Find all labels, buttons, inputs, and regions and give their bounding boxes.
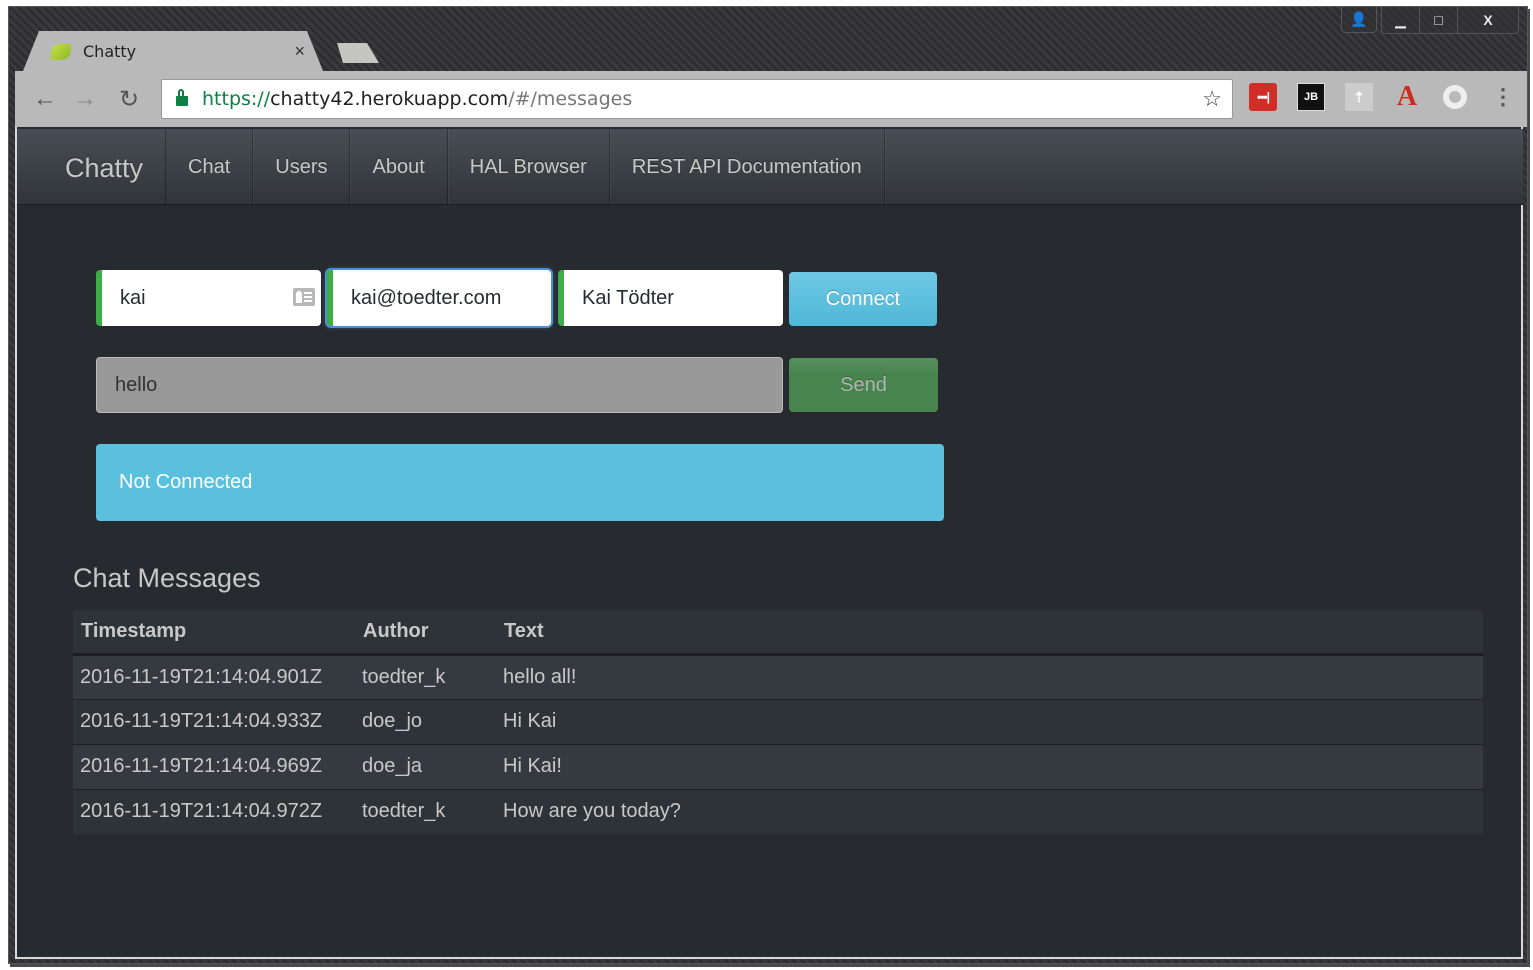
lock-icon (176, 89, 188, 106)
cell-timestamp: 2016-11-19T21:14:04.901Z (73, 653, 355, 699)
column-header-timestamp: Timestamp (73, 610, 355, 656)
window-controls: 👤 ▁ □ X (1341, 7, 1519, 34)
nav-item-chat[interactable]: Chat (166, 129, 254, 205)
messages-table: Timestamp Author Text 2016-11-19T21:14:0… (73, 610, 1483, 834)
leaf-favicon-icon (51, 43, 71, 60)
column-header-author: Author (355, 610, 496, 656)
navbar-brand[interactable]: Chatty (65, 153, 143, 184)
chat-messages-heading: Chat Messages (73, 563, 261, 593)
column-header-text: Text (496, 610, 1483, 656)
connect-button[interactable]: Connect (789, 272, 937, 326)
profile-icon[interactable]: 👤 (1341, 7, 1377, 33)
url-text: https://chatty42.herokuapp.com/#/message… (202, 88, 633, 110)
cell-timestamp: 2016-11-19T21:14:04.969Z (73, 743, 355, 789)
table-header-row: Timestamp Author Text (73, 610, 1483, 656)
window-close-icon[interactable]: X (1458, 7, 1518, 33)
nav-item-users[interactable]: Users (253, 129, 351, 205)
lastpass-extension-icon[interactable]: •••| (1249, 83, 1277, 111)
back-arrow-icon[interactable]: ← (33, 85, 57, 113)
circle-extension-icon[interactable] (1441, 83, 1469, 111)
message-value: hello (115, 373, 158, 396)
table-row: 2016-11-19T21:14:04.969Z doe_ja Hi Kai! (73, 743, 1483, 789)
tab-close-icon[interactable]: × (294, 41, 305, 62)
cell-author: toedter_k (355, 788, 496, 834)
browser-window: 👤 ▁ □ X Chatty × ← → ↻ https://chatty42.… (8, 6, 1528, 964)
browser-toolbar: ← → ↻ https://chatty42.herokuapp.com/#/m… (15, 71, 1527, 127)
username-value: kai (120, 286, 146, 309)
window-buttons: ▁ □ X (1381, 7, 1519, 34)
table-row: 2016-11-19T21:14:04.901Z toedter_k hello… (73, 653, 1483, 699)
cell-text: Hi Kai! (496, 743, 1483, 789)
upload-extension-icon[interactable]: ⇡ (1345, 83, 1373, 111)
username-input[interactable]: kai (96, 270, 321, 326)
page-content: Chatty Chat Users About HAL Browser REST… (15, 127, 1523, 959)
tab-title: Chatty (83, 42, 137, 61)
bookmark-star-icon[interactable]: ☆ (1202, 86, 1222, 112)
nav-menu: Chat Users About HAL Browser REST API Do… (165, 129, 885, 205)
new-tab-button[interactable] (337, 43, 379, 63)
cell-timestamp: 2016-11-19T21:14:04.972Z (73, 788, 355, 834)
cell-author: doe_ja (355, 743, 496, 789)
contact-card-icon (293, 288, 315, 306)
jetbrains-extension-icon[interactable]: JB (1297, 83, 1325, 111)
connection-status-alert: Not Connected (96, 444, 944, 521)
reload-icon[interactable]: ↻ (119, 85, 139, 114)
address-bar[interactable]: https://chatty42.herokuapp.com/#/message… (161, 79, 1233, 119)
browser-tab[interactable]: Chatty × (23, 31, 323, 71)
cell-text: hello all! (496, 653, 1483, 699)
message-input[interactable]: hello (96, 357, 783, 413)
table-row: 2016-11-19T21:14:04.972Z toedter_k How a… (73, 788, 1483, 834)
browser-menu-icon[interactable]: ⋮ (1489, 83, 1517, 111)
cell-text: Hi Kai (496, 698, 1483, 744)
fullname-value: Kai Tödter (582, 286, 674, 309)
cell-text: How are you today? (496, 788, 1483, 834)
fullname-input[interactable]: Kai Tödter (558, 270, 783, 326)
cell-timestamp: 2016-11-19T21:14:04.933Z (73, 698, 355, 744)
maximize-icon[interactable]: □ (1420, 7, 1458, 33)
nav-item-rest-api-docs[interactable]: REST API Documentation (610, 129, 885, 205)
table-row: 2016-11-19T21:14:04.933Z doe_jo Hi Kai (73, 698, 1483, 744)
navbar: Chatty Chat Users About HAL Browser REST… (17, 129, 1523, 205)
nav-item-hal-browser[interactable]: HAL Browser (448, 129, 610, 205)
email-value: kai@toedter.com (351, 286, 502, 309)
minimize-icon[interactable]: ▁ (1382, 7, 1420, 33)
send-button[interactable]: Send (789, 358, 938, 412)
email-input[interactable]: kai@toedter.com (327, 270, 551, 326)
adobe-extension-icon[interactable]: A (1393, 81, 1421, 112)
nav-item-about[interactable]: About (350, 129, 448, 205)
cell-author: doe_jo (355, 698, 496, 744)
cell-author: toedter_k (355, 653, 496, 699)
forward-arrow-icon[interactable]: → (73, 85, 97, 113)
